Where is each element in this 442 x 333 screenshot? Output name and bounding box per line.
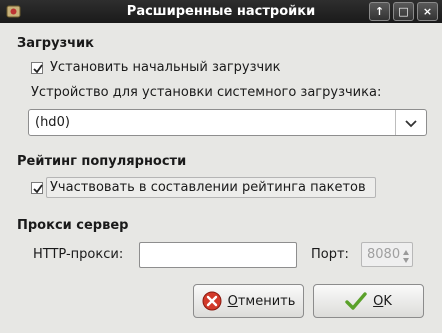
keep-above-button[interactable]: ↑ bbox=[369, 2, 390, 21]
install-bootloader-label: Установить начальный загрузчик bbox=[50, 60, 281, 75]
port-label: Порт: bbox=[311, 247, 349, 262]
combo-separator bbox=[395, 110, 396, 135]
cancel-label: Отменить bbox=[227, 293, 296, 309]
device-label: Устройство для установки системного загр… bbox=[31, 85, 382, 100]
device-value: (hd0) bbox=[35, 115, 70, 130]
bootloader-section-title: Загрузчик bbox=[17, 36, 94, 51]
participate-checkbox-row[interactable]: Участвовать в составлении рейтинга пакет… bbox=[31, 180, 366, 195]
http-proxy-input[interactable] bbox=[139, 242, 297, 268]
port-spinbox[interactable]: 8080 bbox=[361, 242, 413, 267]
participate-checkbox[interactable] bbox=[31, 181, 43, 194]
participate-label: Участвовать в составлении рейтинга пакет… bbox=[50, 180, 366, 195]
chevron-down-icon[interactable] bbox=[404, 118, 418, 133]
maximize-button[interactable]: □ bbox=[393, 2, 414, 21]
install-bootloader-checkbox-row[interactable]: Установить начальный загрузчик bbox=[31, 60, 281, 75]
ok-label: OK bbox=[373, 293, 392, 309]
device-combobox[interactable]: (hd0) bbox=[28, 109, 427, 136]
close-button[interactable]: × bbox=[417, 2, 438, 21]
checkmark-icon bbox=[345, 291, 367, 311]
port-value: 8080 bbox=[367, 247, 401, 262]
ok-button[interactable]: OK bbox=[313, 284, 424, 318]
proxy-section-title: Прокси сервер bbox=[17, 218, 129, 233]
install-bootloader-checkbox[interactable] bbox=[31, 61, 43, 74]
cancel-icon bbox=[202, 291, 222, 311]
spin-down-icon[interactable] bbox=[402, 254, 410, 263]
cancel-button[interactable]: Отменить bbox=[193, 284, 304, 318]
title-bar: Расширенные настройки ↑ □ × bbox=[0, 0, 442, 23]
checkmark-icon bbox=[33, 183, 43, 193]
checkmark-icon bbox=[33, 63, 43, 73]
http-proxy-label: HTTP-прокси: bbox=[33, 247, 124, 262]
popularity-section-title: Рейтинг популярности bbox=[17, 154, 187, 169]
